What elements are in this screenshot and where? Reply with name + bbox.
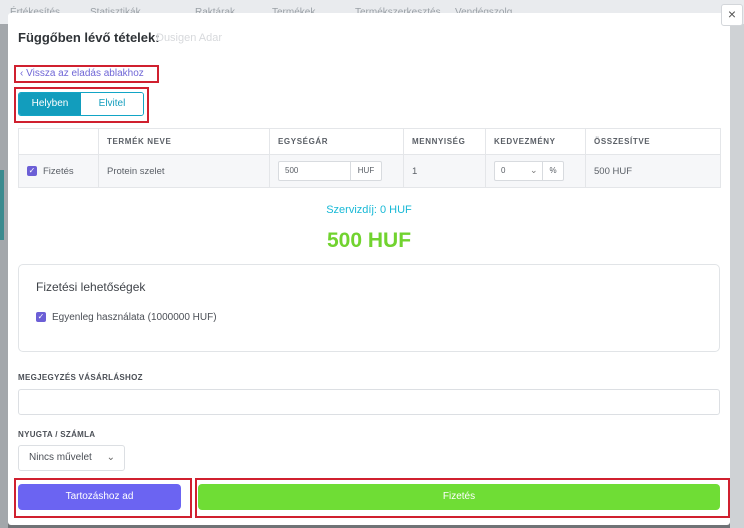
chevron-down-icon: ⌄ [106,452,115,463]
quantity-value: 1 [403,154,486,188]
add-to-debt-button[interactable]: Tartozáshoz ad [18,484,181,510]
use-balance-label: Egyenleg használata (1000000 HUF) [52,312,217,323]
back-to-sale-link[interactable]: ‹ Vissza az eladás ablakhoz [20,68,144,79]
discount-unit: % [542,162,563,180]
unit-price-cell: 500 HUF [269,154,404,188]
service-fee: Szervizdíj: 0 HUF [326,204,412,216]
table-header-row: TERMÉK NEVE EGYSÉGÁR MENNYISÉG KEDVEZMÉN… [18,128,721,155]
back-link-label: Vissza az eladás ablakhoz [26,68,144,79]
unit-price-value: 500 [285,166,299,175]
discount-select[interactable]: 0 ⌄ % [494,161,564,181]
pay-checkbox-label: Fizetés [43,165,74,177]
pending-items-modal: Függőben lévő tételek: Dusigen Adar ‹ Vi… [8,13,730,525]
dine-option-toggle: Helyben Elvitel [18,92,144,116]
checkbox-checked-icon[interactable]: ✓ [36,312,46,323]
modal-title-customer: Dusigen Adar [156,32,223,44]
payment-options-panel: Fizetési lehetőségek ✓ Egyenleg használat… [18,264,720,352]
use-balance-checkbox[interactable]: ✓ Egyenleg használata (1000000 HUF) [36,312,217,323]
column-header: ÖSSZESÍTVE [585,128,721,155]
unit-price-input[interactable]: 500 HUF [278,161,382,181]
background-left-accent [0,170,4,240]
grand-total: 500 HUF [326,229,412,252]
background-left-panel [0,24,8,528]
column-header [18,128,99,155]
receipt-invoice-select[interactable]: Nincs művelet ⌄ [18,445,125,471]
modal-title: Függőben lévő tételek: [18,30,160,45]
pay-button[interactable]: Fizetés [198,484,720,510]
column-header: MENNYISÉG [403,128,486,155]
product-name: Protein szelet [98,154,270,188]
receipt-selected-value: Nincs művelet [29,452,92,463]
column-header: EGYSÉGÁR [269,128,404,155]
toggle-dine-in[interactable]: Helyben [19,93,81,115]
row-total: 500 HUF [585,154,721,188]
discount-value: 0 [501,166,506,175]
chevron-down-icon: ⌄ [530,165,538,175]
payment-options-heading: Fizetési lehetőségek [36,280,146,294]
unit-price-currency: HUF [350,162,381,180]
column-header: TERMÉK NEVE [98,128,270,155]
column-header: KEDVEZMÉNY [485,128,586,155]
note-label: MEGJEGYZÉS VÁSÁRLÁSHOZ [18,373,143,382]
purchase-note-input[interactable] [18,389,720,415]
receipt-label: NYUGTA / SZÁMLA [18,430,96,439]
toggle-takeaway[interactable]: Elvitel [81,93,143,115]
table-row: ✓ Fizetés Protein szelet 500 HUF 1 0 ⌄ % … [18,154,721,188]
background-right-panel [730,24,744,528]
close-icon[interactable]: × [721,4,743,26]
checkbox-checked-icon[interactable]: ✓ [27,165,37,176]
pay-checkbox-cell[interactable]: ✓ Fizetés [18,154,99,188]
pending-items-table: TERMÉK NEVE EGYSÉGÁR MENNYISÉG KEDVEZMÉN… [18,128,721,188]
discount-cell: 0 ⌄ % [485,154,586,188]
